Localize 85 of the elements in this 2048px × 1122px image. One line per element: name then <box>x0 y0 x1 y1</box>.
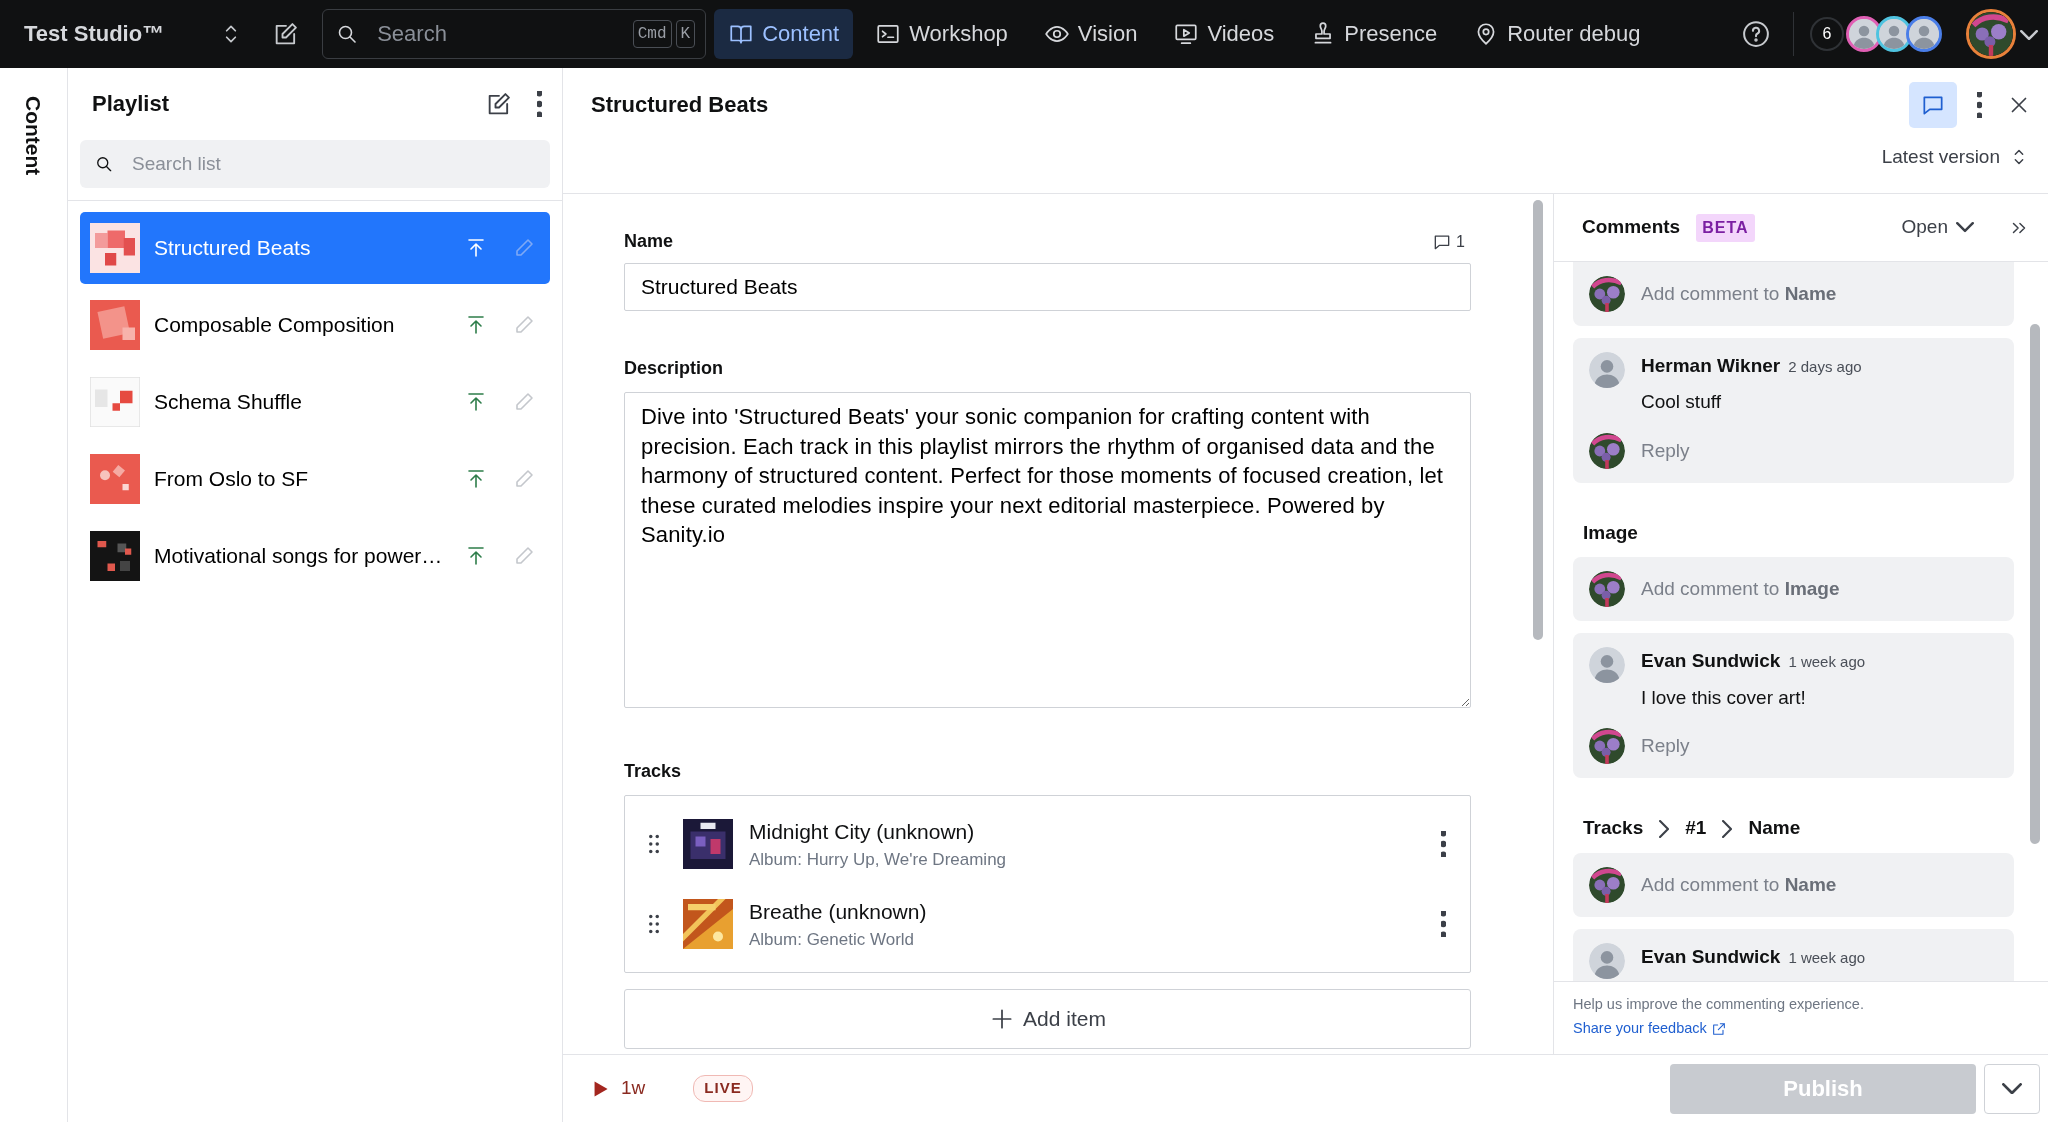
status-filter-dropdown[interactable]: Open <box>1895 212 1980 243</box>
comment-input-field[interactable]: Reply <box>1641 732 1998 761</box>
help-text: Help us improve the commenting experience. <box>1573 995 1865 1015</box>
comment-text: I love this cover art! <box>1641 685 1807 710</box>
comments-toggle-button[interactable] <box>1909 81 1958 128</box>
track-row[interactable]: Midnight City (unknown) Album: Hurry Up, We're Dreaming <box>625 804 1470 885</box>
list-item[interactable]: Composable Composition <box>80 288 550 361</box>
list-item[interactable]: Schema Shuffle <box>80 365 550 438</box>
beta-badge: BETA <box>1696 213 1755 242</box>
scrollbar[interactable] <box>2030 323 2040 844</box>
chevron-right-icon <box>1722 819 1733 838</box>
nav-tab[interactable]: Router debug <box>1459 8 1655 59</box>
avatar <box>1589 728 1625 765</box>
comment-author: Evan Sundwick <box>1641 944 1781 969</box>
search-input[interactable]: Search <box>375 9 617 58</box>
field-label: Tracks <box>624 760 683 784</box>
item-title: Motivational songs for power… <box>154 543 444 570</box>
nav-tab[interactable]: Videos <box>1159 8 1289 59</box>
avatar <box>1589 942 1625 979</box>
breadcrumb-item: Image <box>1583 520 1638 545</box>
help-icon <box>1741 18 1771 49</box>
caret-icon <box>2020 29 2038 40</box>
list-item[interactable]: Motivational songs for power… <box>80 519 550 592</box>
comment-text: Cool stuff <box>1641 390 1722 415</box>
avatar <box>1589 571 1625 608</box>
track-row[interactable]: Breathe (unknown) Album: Genetic World <box>625 884 1470 965</box>
list-item[interactable]: From Oslo to SF <box>80 442 550 515</box>
search-field[interactable]: Search Cmd K <box>322 8 707 59</box>
scrollbar[interactable] <box>1533 200 1543 641</box>
caret-icon <box>2002 1082 2022 1095</box>
item-title: From Oslo to SF <box>154 466 310 493</box>
pane-title: Playlist <box>92 90 170 119</box>
avatar[interactable] <box>1906 15 1942 52</box>
comment-input-field[interactable]: Reply <box>1641 436 1998 466</box>
kebab-icon <box>1441 831 1446 858</box>
comment-author: Evan Sundwick <box>1641 649 1781 674</box>
field-label: Description <box>624 357 725 381</box>
user-avatar[interactable] <box>1966 8 2016 59</box>
keyboard-key: Cmd <box>632 19 672 48</box>
track-album: Album: Genetic World <box>749 929 916 952</box>
item-title: Composable Composition <box>154 312 396 339</box>
document-age: 1w <box>621 1076 646 1101</box>
comment-time: 1 week ago <box>1788 947 1866 968</box>
studio-name[interactable]: Test Studio™ <box>24 17 165 51</box>
avatar <box>1589 351 1625 388</box>
panel-title: Comments <box>1582 215 1681 240</box>
list-item[interactable]: Structured Beats <box>80 211 550 284</box>
comment-author: Herman Wikner <box>1641 353 1781 378</box>
breadcrumb-item: #1 <box>1685 816 1707 841</box>
comment-time: 2 days ago <box>1788 356 1862 377</box>
breadcrumb-item: Name <box>1748 816 1801 841</box>
nav-tab[interactable]: Vision <box>1029 8 1152 59</box>
feedback-link[interactable]: Share your feedback <box>1573 1018 1727 1040</box>
avatar <box>1589 275 1625 312</box>
presence-count[interactable]: 6 <box>1810 16 1844 51</box>
track-title: Midnight City (unknown) <box>749 818 976 845</box>
add-item-button[interactable]: Add item <box>624 989 1471 1050</box>
kebab-icon <box>1977 91 1982 118</box>
avatar <box>1589 866 1625 903</box>
breadcrumb-item: Tracks <box>1583 816 1644 841</box>
version-selector[interactable]: Latest version <box>1875 141 2036 173</box>
document-title: Structured Beats <box>591 91 769 120</box>
external-link-icon <box>1710 1020 1727 1037</box>
keyboard-key: K <box>675 19 696 48</box>
nav-tab[interactable]: Content <box>714 8 854 59</box>
name-input-field[interactable]: Structured Beats <box>624 263 1471 312</box>
kebab-icon <box>1441 911 1446 938</box>
caret-icon <box>1956 222 1974 233</box>
avatar <box>1589 647 1625 684</box>
nav-tab[interactable]: Presence <box>1296 8 1452 59</box>
item-title: Structured Beats <box>154 235 312 262</box>
comment-count-button[interactable]: 1 <box>1426 228 1471 255</box>
content-tab[interactable]: Content <box>17 95 50 1122</box>
kebab-icon <box>537 90 542 117</box>
chevron-right-icon <box>1659 819 1670 838</box>
nav-tab[interactable]: Workshop <box>861 8 1022 59</box>
avatar <box>1589 432 1625 469</box>
comment-time: 1 week ago <box>1788 652 1866 673</box>
live-badge: LIVE <box>693 1075 753 1102</box>
more-actions-button[interactable] <box>1984 1063 2040 1114</box>
track-title: Breathe (unknown) <box>749 898 928 925</box>
track-album: Album: Hurry Up, We're Dreaming <box>749 849 1008 872</box>
field-label: Name <box>624 230 674 254</box>
item-title: Schema Shuffle <box>154 389 303 416</box>
description-input-field[interactable]: Dive into 'Structured Beats' your sonic companion for crafting content with precision. Each track in this playlist mirrors the rhythm of organised data and the harmony of structured content. Perfect for those moments of focused creation, let these curated melodies inspire your next editorial masterpiece. Powered by Sanity.io <box>624 392 1471 709</box>
